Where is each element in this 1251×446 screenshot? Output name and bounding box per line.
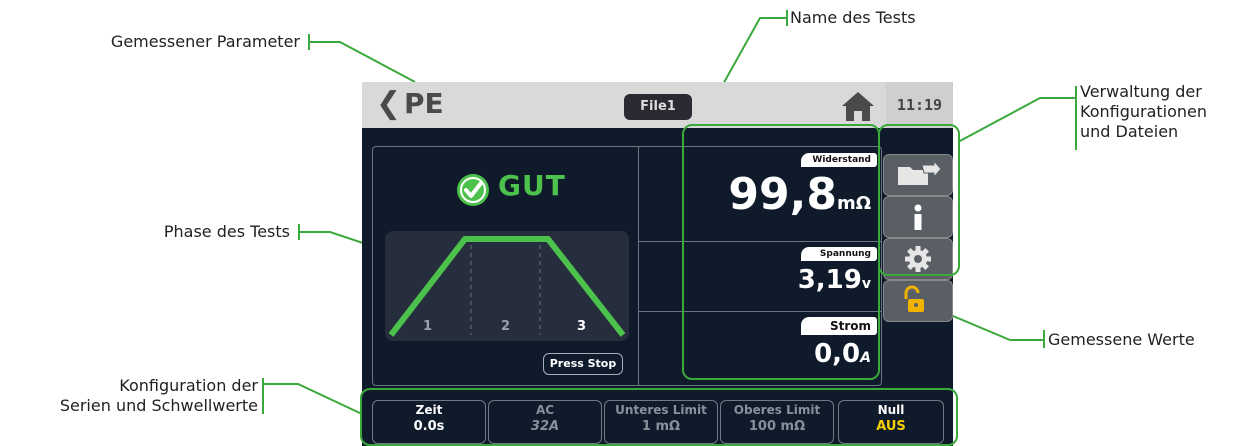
back-chevron-icon[interactable]: ❮	[376, 86, 401, 121]
phase-1: 1	[423, 319, 433, 334]
phase-2: 2	[501, 319, 511, 334]
status-text: GUT	[498, 169, 566, 202]
highlight-measured-values	[682, 124, 880, 380]
unlock-icon	[904, 285, 924, 312]
panel-divider	[638, 147, 639, 385]
leader-config	[957, 86, 1077, 150]
lock-button[interactable]	[883, 280, 953, 322]
highlight-series-config	[360, 388, 958, 446]
highlight-config-buttons	[878, 124, 960, 276]
press-stop-button[interactable]: Press Stop	[543, 353, 623, 375]
phase-diagram: 1 2 3	[385, 231, 629, 341]
leader-parameter	[308, 34, 416, 83]
check-circle-icon	[457, 174, 489, 206]
test-title: PE	[404, 87, 444, 120]
leader-series	[262, 378, 363, 415]
clock: 11:19	[886, 82, 953, 128]
home-icon[interactable]	[840, 90, 876, 122]
phase-3: 3	[577, 319, 587, 334]
file-button[interactable]: File1	[624, 94, 692, 120]
top-bar: ❮ PE File1 11:19	[362, 82, 953, 128]
